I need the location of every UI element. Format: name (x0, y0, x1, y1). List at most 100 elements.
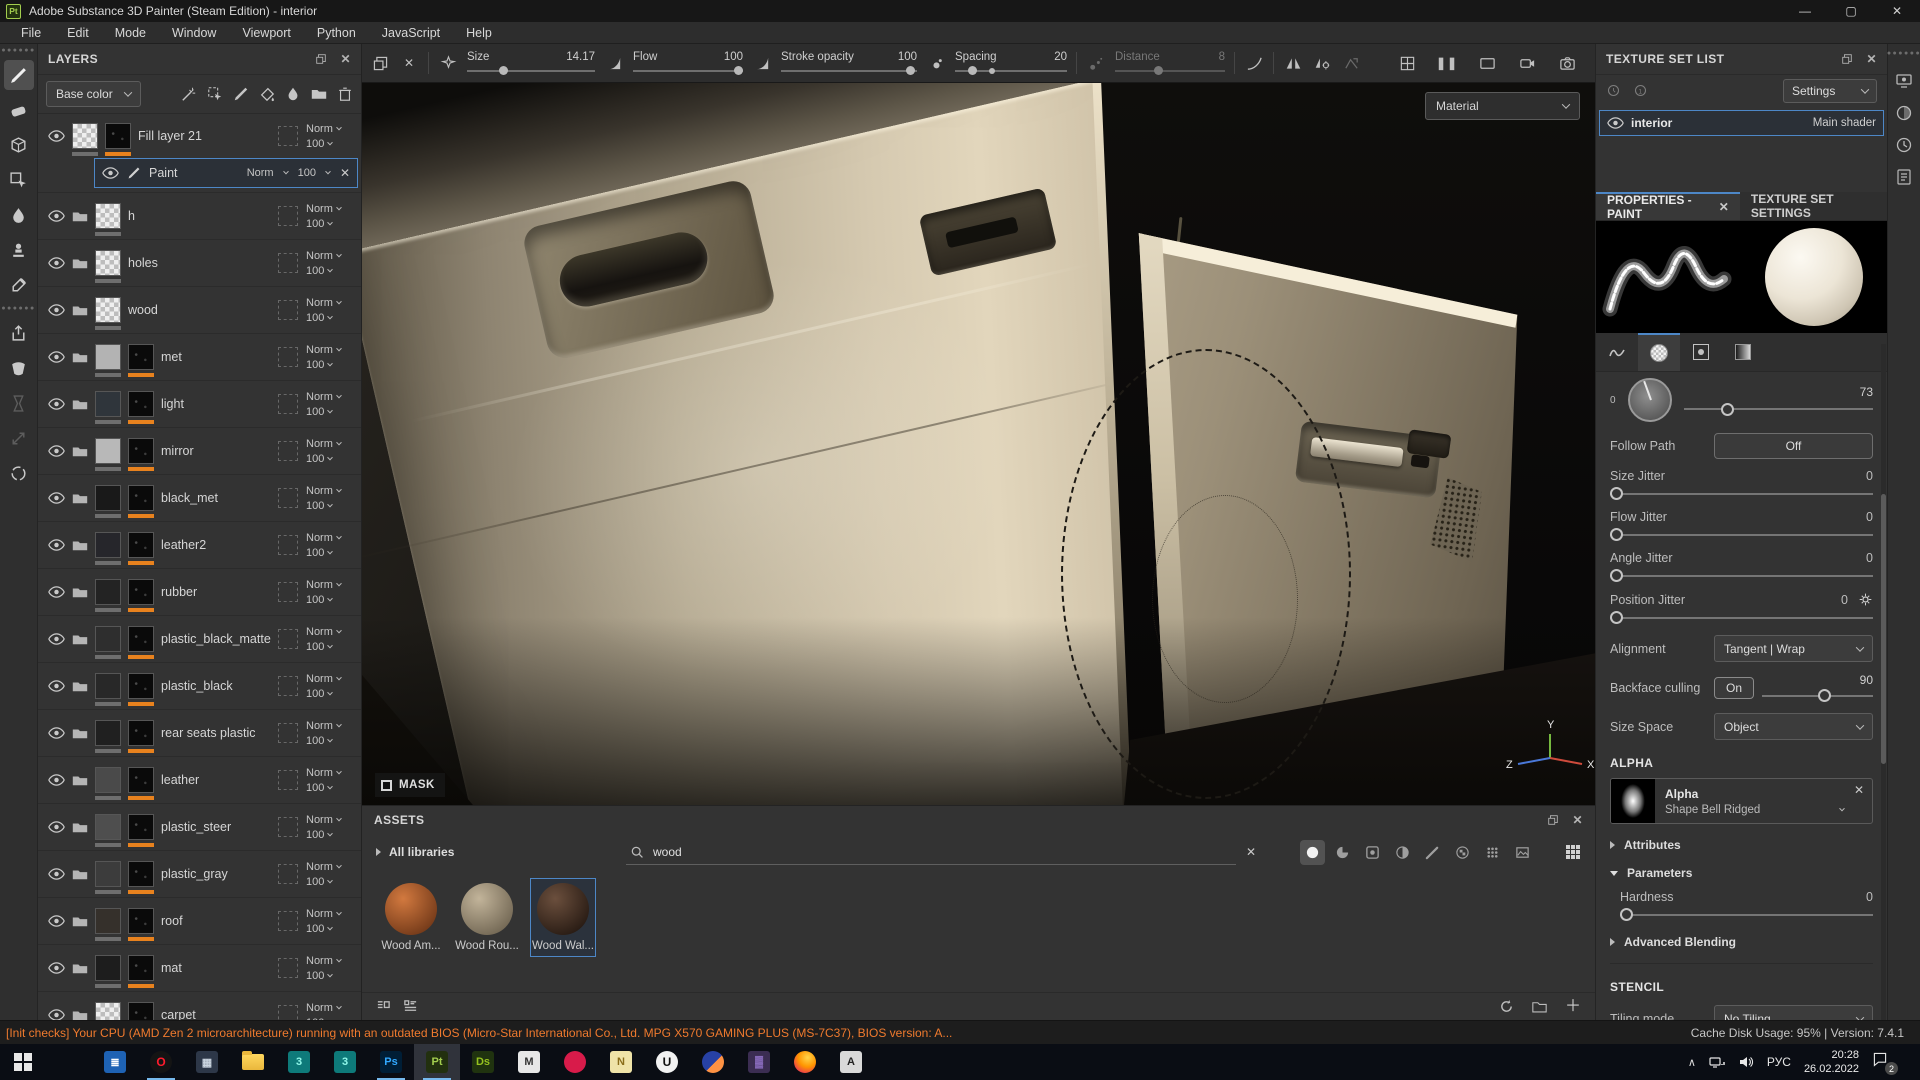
blend-mode-opacity[interactable]: Norm100 (306, 908, 354, 935)
layer-visibility-toggle[interactable] (48, 398, 65, 410)
taskbar-motionbuilder-app[interactable]: M (506, 1044, 552, 1080)
opacity-dropdown[interactable]: 100 (306, 138, 354, 150)
blend-mode-opacity[interactable]: Norm100 (306, 391, 354, 418)
layer-mask-thumbnail[interactable] (128, 438, 154, 464)
blend-mode-opacity[interactable]: Norm 100 (306, 123, 354, 150)
layer-row[interactable]: plastic_steerNorm100 (38, 804, 361, 851)
opacity-dropdown[interactable]: 100 (306, 406, 354, 418)
size-falloff-icon[interactable] (604, 53, 624, 73)
layer-visibility-toggle[interactable] (48, 304, 65, 316)
layer-row[interactable]: lightNorm100 (38, 381, 361, 428)
subtab-material[interactable] (1722, 333, 1764, 371)
layer-row[interactable]: mirrorNorm100 (38, 428, 361, 475)
blend-mode-dropdown[interactable]: Norm (306, 720, 354, 732)
blend-mode-opacity[interactable]: Norm100 (306, 438, 354, 465)
blend-mode-dropdown[interactable]: Norm (306, 485, 354, 497)
close-panel-icon[interactable]: ✕ (1573, 813, 1583, 827)
mask-slot-placeholder[interactable] (278, 911, 298, 931)
taskbar-substance-painter-app[interactable]: Pt (414, 1044, 460, 1080)
polygon-fill-tool-icon[interactable] (4, 165, 34, 195)
brush-preset-icon[interactable] (438, 53, 458, 73)
mask-slot-placeholder[interactable] (278, 206, 298, 226)
size-slider[interactable] (467, 66, 595, 75)
layer-thumbnail[interactable] (95, 344, 121, 370)
blend-mode-dropdown[interactable]: Norm (306, 814, 354, 826)
blend-mode-dropdown[interactable]: Norm (306, 861, 354, 873)
taskbar-audio-app[interactable] (690, 1044, 736, 1080)
size-space-dropdown[interactable]: Object (1714, 713, 1873, 740)
panel-grip[interactable]: ●●●●●● (1, 47, 35, 55)
spacing-control[interactable]: Spacing20 (955, 51, 1067, 75)
blend-mode-opacity[interactable]: Norm100 (306, 203, 354, 230)
opacity-dropdown[interactable]: 100 (306, 876, 354, 888)
panel-grip[interactable]: ●●●●●● (1887, 50, 1920, 58)
blend-mode-dropdown[interactable]: Norm (306, 123, 354, 135)
follow-path-toggle[interactable]: Off (1714, 433, 1873, 459)
opacity-dropdown[interactable]: 100 (306, 218, 354, 230)
taskbar-search-button[interactable] (46, 1044, 92, 1080)
layer-row[interactable]: carpetNorm100 (38, 992, 361, 1020)
layer-visibility-toggle[interactable] (48, 774, 65, 786)
layer-row[interactable]: plastic_blackNorm100 (38, 663, 361, 710)
taskbar-3dsmax-app[interactable]: 3 (276, 1044, 322, 1080)
scrollbar[interactable] (1881, 344, 1886, 1020)
gear-icon[interactable] (1858, 592, 1873, 607)
blend-mode-dropdown[interactable]: Norm (247, 167, 274, 179)
layer-mask-thumbnail[interactable] (128, 579, 154, 605)
layer-mask-thumbnail[interactable] (128, 861, 154, 887)
taskbar-opera-browser[interactable]: O (138, 1044, 184, 1080)
taskbar-photoshop-app[interactable]: Ps (368, 1044, 414, 1080)
opacity-dropdown[interactable]: 100 (306, 688, 354, 700)
opacity-dropdown[interactable]: 100 (306, 453, 354, 465)
tray-expand-icon[interactable]: ∧ (1688, 1056, 1696, 1069)
layer-visibility-toggle[interactable] (48, 962, 65, 974)
pause-engine-icon[interactable]: ❚❚ (1437, 53, 1457, 73)
libraries-selector[interactable]: All libraries (376, 845, 616, 859)
video-camera-icon[interactable] (1517, 53, 1537, 73)
layer-visibility-toggle[interactable] (48, 821, 65, 833)
viewport-display-icon[interactable] (1477, 53, 1497, 73)
taskbar-media-app[interactable] (552, 1044, 598, 1080)
filter-brushes-icon[interactable] (1420, 840, 1445, 865)
layer-thumbnail[interactable] (95, 203, 121, 229)
mask-slot-placeholder[interactable] (278, 723, 298, 743)
tab-properties-paint[interactable]: PROPERTIES - PAINT ✕ (1596, 192, 1740, 220)
size-jitter-control[interactable]: Size Jitter0 (1610, 469, 1873, 500)
jitter-slider[interactable] (1610, 487, 1873, 500)
layer-thumbnail[interactable] (95, 955, 121, 981)
taskbar-3dsmax-app-2[interactable]: 3 (322, 1044, 368, 1080)
layer-row[interactable]: holesNorm100 (38, 240, 361, 287)
layer-name[interactable]: h (128, 209, 135, 223)
brush-stroke-preview[interactable] (1596, 221, 1742, 333)
opacity-dropdown[interactable]: 100 (306, 312, 354, 324)
opacity-dropdown[interactable]: 100 (306, 265, 354, 277)
tab-texture-set-settings[interactable]: TEXTURE SET SETTINGS (1740, 192, 1887, 220)
taskbar-character-app[interactable]: A (828, 1044, 874, 1080)
blend-mode-opacity[interactable]: Norm 100 (306, 485, 354, 512)
axis-gizmo[interactable]: Y X Z (1502, 718, 1595, 790)
projection-tool-icon[interactable] (4, 130, 34, 160)
add-effect-wand-icon[interactable] (181, 86, 197, 102)
menu-file[interactable]: File (8, 24, 54, 42)
blend-mode-dropdown[interactable]: Norm (306, 297, 354, 309)
viewport-3d[interactable]: Material MASK Y X Z (362, 83, 1595, 805)
layer-mask-thumbnail[interactable] (128, 391, 154, 417)
layer-name[interactable]: rubber (161, 585, 197, 599)
opacity-dropdown[interactable]: 100 (306, 500, 354, 512)
taskbar-calculator-app[interactable]: ▦ (184, 1044, 230, 1080)
dock-toolbar-icon[interactable] (370, 53, 390, 73)
menu-python[interactable]: Python (304, 24, 369, 42)
export-resources-tool-icon[interactable] (4, 318, 34, 348)
shading-mode-dropdown[interactable]: Material (1425, 92, 1580, 120)
mask-slot-placeholder[interactable] (278, 1005, 298, 1020)
jitter-slider[interactable] (1610, 569, 1873, 582)
clear-search-icon[interactable]: ✕ (1246, 845, 1256, 859)
layer-row[interactable]: leather2Norm100 (38, 522, 361, 569)
close-button[interactable]: ✕ (1874, 0, 1920, 22)
mask-slot-placeholder[interactable] (278, 347, 298, 367)
texture-set-visibility-icon[interactable]: 1 (1633, 83, 1648, 98)
fill-bucket-icon[interactable] (259, 86, 275, 102)
taskbar-start-button[interactable] (0, 1044, 46, 1080)
blend-mode-opacity[interactable]: Norm100 (306, 955, 354, 982)
layer-thumbnail[interactable] (95, 250, 121, 276)
